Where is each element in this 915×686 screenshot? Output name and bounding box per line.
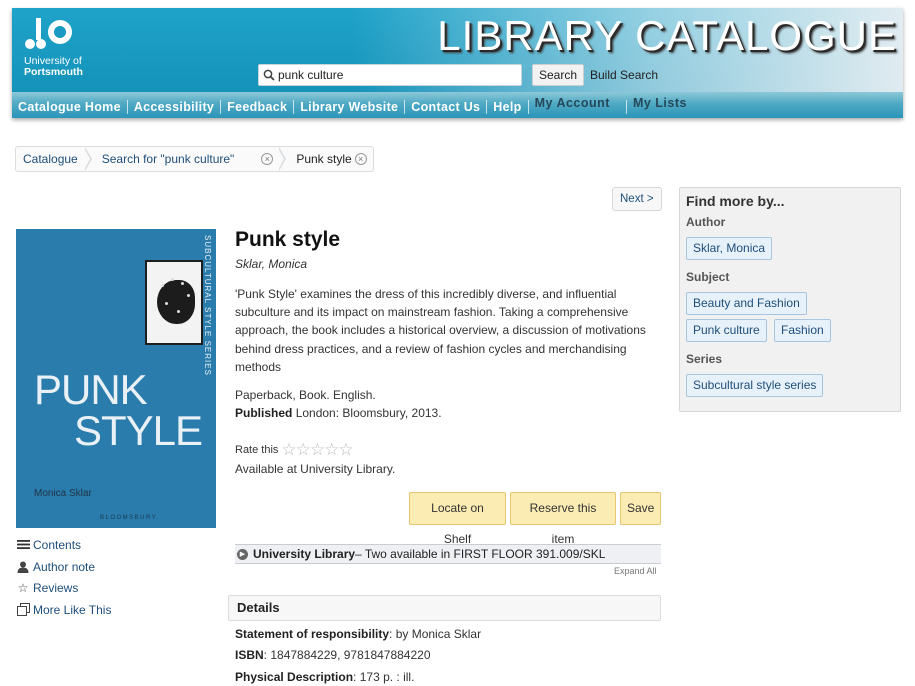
nav-accessibility[interactable]: Accessibility (128, 100, 220, 114)
cover-photo (145, 260, 203, 345)
published-label: Published (235, 406, 293, 420)
nav-my-lists[interactable]: My Lists (627, 96, 693, 110)
record-published: Published London: Bloomsbury, 2013. (235, 406, 442, 420)
reviews-label: Reviews (33, 581, 79, 596)
detail-label: Physical Description (235, 670, 354, 684)
star-4-icon[interactable]: ☆ (324, 440, 339, 459)
tag-author-sklar[interactable]: Sklar, Monica (686, 237, 773, 260)
next-record-button[interactable]: Next > (612, 187, 662, 211)
copy-icon (16, 603, 30, 617)
book-cover-image: SUBCULTURAL STYLE SERIES PUNK STYLE Moni… (16, 229, 216, 528)
breadcrumb-current: Punk style (296, 152, 352, 166)
rate-label: Rate this (235, 444, 279, 456)
sidebar-author-label: Author (686, 215, 726, 229)
detail-value: : 1847884229, 9781847884220 (263, 648, 431, 662)
contents-link[interactable]: Contents (16, 534, 111, 556)
cover-title-line1: PUNK (34, 366, 148, 413)
site-title: LIBRARY CATALOGUE (437, 12, 897, 59)
published-value: London: Bloomsbury, 2013. (295, 406, 442, 420)
search-icon (263, 69, 275, 81)
stud (177, 310, 180, 313)
sidebar-series-label: Series (686, 352, 723, 366)
search-button[interactable]: Search (532, 64, 585, 86)
expand-all-link[interactable]: Expand All (614, 566, 657, 576)
detail-statement: Statement of responsibility: by Monica S… (235, 627, 481, 641)
star-1-icon[interactable]: ☆ (281, 440, 296, 459)
record-links: Contents Author note ☆ Reviews More Like… (16, 534, 111, 621)
stud (171, 278, 174, 281)
more-like-this-link[interactable]: More Like This (16, 599, 111, 621)
nav-contact-us[interactable]: Contact Us (405, 100, 486, 114)
breadcrumb-catalogue[interactable]: Catalogue (16, 147, 85, 171)
sidebar-title: Find more by... (686, 193, 785, 209)
rating-stars[interactable]: ☆☆☆☆☆ (281, 440, 353, 460)
nav-help[interactable]: Help (487, 100, 527, 114)
search-input[interactable] (278, 68, 514, 82)
stud (181, 282, 184, 285)
person-icon (16, 560, 30, 574)
record-summary: 'Punk Style' examines the dress of this … (235, 287, 646, 374)
logo-text: University of Portsmouth (24, 56, 83, 78)
main-nav: Catalogue Home Accessibility Feedback Li… (12, 92, 903, 118)
expand-holding-icon[interactable]: ▶ (237, 548, 248, 560)
logo-line2: Portsmouth (24, 66, 83, 78)
detail-label: Statement of responsibility (235, 627, 390, 641)
find-more-sidebar: Find more by... Author Sklar, Monica Sub… (679, 187, 901, 412)
sidebar-subject-label: Subject (686, 270, 730, 284)
nav-feedback[interactable]: Feedback (221, 100, 293, 114)
build-search-link[interactable]: Build Search (590, 68, 658, 82)
more-like-this-label: More Like This (33, 602, 112, 617)
author-note-label: Author note (33, 559, 96, 574)
cover-author: Monica Sklar (34, 488, 92, 499)
reserve-item-button[interactable]: Reserve this item (510, 492, 616, 546)
availability-text: Available at University Library. (235, 462, 396, 476)
detail-label: ISBN (235, 648, 264, 662)
nav-library-website[interactable]: Library Website (294, 100, 404, 114)
remove-search-icon[interactable]: × (261, 153, 274, 165)
cover-publisher: BLOOMSBURY (100, 515, 158, 521)
site-header: University of Portsmouth LIBRARY CATALOG… (12, 8, 903, 118)
cover-series-text: SUBCULTURAL STYLE SERIES (203, 235, 212, 376)
star-3-icon[interactable]: ☆ (310, 440, 325, 459)
detail-isbn: ISBN: 1847884229, 9781847884220 (235, 648, 431, 662)
stud (161, 284, 164, 287)
tag-subject-punk-culture[interactable]: Punk culture (686, 319, 767, 342)
university-logo[interactable]: University of Portsmouth (24, 16, 119, 84)
detail-value: : 173 p. : ill. (353, 670, 415, 684)
logo-mark-icon (25, 18, 72, 49)
list-icon (16, 538, 30, 552)
star-2-icon[interactable]: ☆ (296, 440, 311, 459)
holding-row[interactable]: ▶ University Library – Two available in … (235, 544, 661, 564)
stud (187, 294, 190, 297)
breadcrumb: Catalogue Search for "punk culture" × Pu… (15, 146, 374, 172)
contents-label: Contents (33, 537, 82, 552)
breadcrumb-search[interactable]: Search for "punk culture" (95, 147, 242, 171)
star-5-icon[interactable]: ☆ (338, 440, 353, 459)
reviews-link[interactable]: ☆ Reviews (16, 577, 111, 599)
cover-title-line2: STYLE (74, 407, 203, 454)
remove-record-icon[interactable]: × (354, 153, 367, 165)
record-title: Punk style (235, 228, 341, 251)
save-button[interactable]: Save (620, 492, 661, 525)
nav-my-account[interactable]: My Account (529, 96, 616, 110)
details-heading[interactable]: Details (228, 595, 661, 621)
stud (165, 302, 168, 305)
record-format: Paperback, Book. English. (235, 388, 376, 402)
locate-on-shelf-button[interactable]: Locate on Shelf (409, 492, 506, 546)
star-icon: ☆ (17, 581, 29, 596)
nav-catalogue-home[interactable]: Catalogue Home (12, 100, 127, 114)
tag-subject-fashion[interactable]: Fashion (774, 319, 831, 342)
author-note-link[interactable]: Author note (16, 556, 111, 578)
tag-series-subcultural[interactable]: Subcultural style series (686, 374, 824, 397)
record-author[interactable]: Sklar, Monica (235, 257, 307, 271)
breadcrumb-separator (83, 147, 95, 171)
tag-subject-beauty-fashion[interactable]: Beauty and Fashion (686, 292, 807, 315)
holding-library: University Library (253, 547, 356, 561)
detail-physical: Physical Description: 173 p. : ill. (235, 670, 414, 684)
detail-value: : by Monica Sklar (389, 627, 482, 641)
rating-widget: Rate this ☆☆☆☆☆ (235, 440, 354, 460)
search-box[interactable] (258, 64, 522, 86)
holding-detail: – Two available in FIRST FLOOR 391.009/S… (355, 547, 606, 561)
breadcrumb-separator (278, 147, 289, 171)
